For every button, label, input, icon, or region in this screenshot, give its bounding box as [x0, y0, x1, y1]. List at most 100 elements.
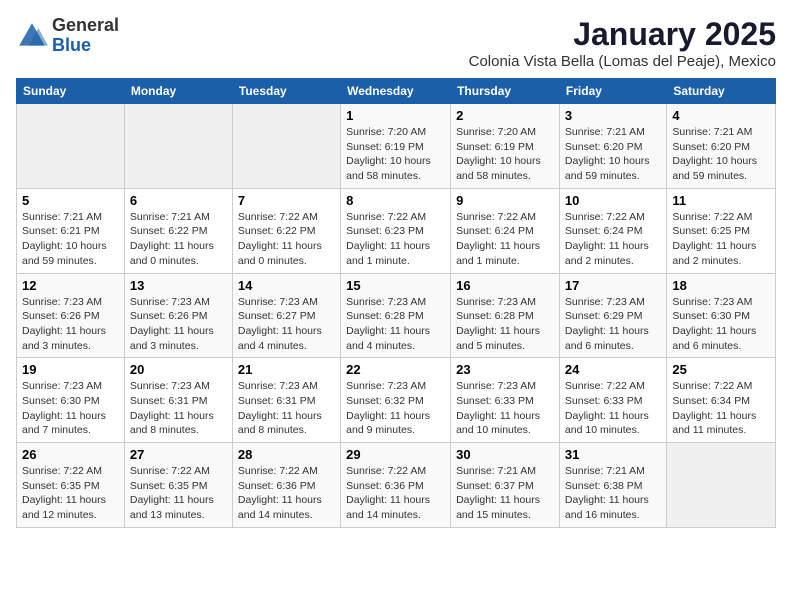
day-info: Sunrise: 7:22 AMSunset: 6:36 PMDaylight:…	[346, 464, 445, 523]
day-info: Sunrise: 7:23 AMSunset: 6:29 PMDaylight:…	[565, 295, 661, 354]
calendar-cell: 10 Sunrise: 7:22 AMSunset: 6:24 PMDayligh…	[559, 188, 666, 273]
day-number: 24	[565, 362, 661, 377]
day-number: 9	[456, 193, 554, 208]
day-info: Sunrise: 7:21 AMSunset: 6:20 PMDaylight:…	[672, 125, 770, 184]
calendar-cell: 14 Sunrise: 7:23 AMSunset: 6:27 PMDayligh…	[232, 273, 340, 358]
day-number: 19	[22, 362, 119, 377]
calendar-cell: 16 Sunrise: 7:23 AMSunset: 6:28 PMDayligh…	[451, 273, 560, 358]
day-info: Sunrise: 7:21 AMSunset: 6:22 PMDaylight:…	[130, 210, 227, 269]
logo-blue: Blue	[52, 36, 119, 56]
page-header: General Blue January 2025 Colonia Vista …	[16, 16, 776, 70]
calendar-cell	[124, 104, 232, 189]
weekday-header: Saturday	[667, 79, 776, 104]
calendar-cell: 4 Sunrise: 7:21 AMSunset: 6:20 PMDaylight…	[667, 104, 776, 189]
calendar-week-row: 26 Sunrise: 7:22 AMSunset: 6:35 PMDayligh…	[17, 443, 776, 528]
calendar-cell: 1Sunrise: 7:20 AMSunset: 6:19 PMDaylight…	[341, 104, 451, 189]
logo: General Blue	[16, 16, 119, 56]
day-number: 27	[130, 447, 227, 462]
title-block: January 2025 Colonia Vista Bella (Lomas …	[469, 16, 776, 70]
day-number: 25	[672, 362, 770, 377]
day-number: 22	[346, 362, 445, 377]
day-number: 11	[672, 193, 770, 208]
calendar-cell: 12 Sunrise: 7:23 AMSunset: 6:26 PMDayligh…	[17, 273, 125, 358]
day-info: Sunrise: 7:23 AMSunset: 6:26 PMDaylight:…	[130, 295, 227, 354]
day-info: Sunrise: 7:22 AMSunset: 6:25 PMDaylight:…	[672, 210, 770, 269]
day-number: 4	[672, 108, 770, 123]
calendar-cell: 17 Sunrise: 7:23 AMSunset: 6:29 PMDayligh…	[559, 273, 666, 358]
calendar-cell: 19 Sunrise: 7:23 AMSunset: 6:30 PMDayligh…	[17, 358, 125, 443]
day-info: Sunrise: 7:23 AMSunset: 6:31 PMDaylight:…	[130, 379, 227, 438]
day-info: Sunrise: 7:23 AMSunset: 6:28 PMDaylight:…	[346, 295, 445, 354]
day-info: Sunrise: 7:23 AMSunset: 6:26 PMDaylight:…	[22, 295, 119, 354]
day-info: Sunrise: 7:23 AMSunset: 6:28 PMDaylight:…	[456, 295, 554, 354]
weekday-header: Wednesday	[341, 79, 451, 104]
day-info: Sunrise: 7:23 AMSunset: 6:31 PMDaylight:…	[238, 379, 335, 438]
day-info: Sunrise: 7:22 AMSunset: 6:34 PMDaylight:…	[672, 379, 770, 438]
day-info: Sunrise: 7:23 AMSunset: 6:33 PMDaylight:…	[456, 379, 554, 438]
day-number: 8	[346, 193, 445, 208]
calendar-cell: 6Sunrise: 7:21 AMSunset: 6:22 PMDaylight…	[124, 188, 232, 273]
day-info: Sunrise: 7:21 AMSunset: 6:20 PMDaylight:…	[565, 125, 661, 184]
day-info: Sunrise: 7:23 AMSunset: 6:32 PMDaylight:…	[346, 379, 445, 438]
day-number: 29	[346, 447, 445, 462]
calendar-subtitle: Colonia Vista Bella (Lomas del Peaje), M…	[469, 53, 776, 70]
calendar-cell: 31Sunrise: 7:21 AMSunset: 6:38 PMDayligh…	[559, 443, 666, 528]
day-number: 16	[456, 278, 554, 293]
calendar-cell: 21 Sunrise: 7:23 AMSunset: 6:31 PMDayligh…	[232, 358, 340, 443]
calendar-cell: 23 Sunrise: 7:23 AMSunset: 6:33 PMDayligh…	[451, 358, 560, 443]
day-number: 3	[565, 108, 661, 123]
day-info: Sunrise: 7:22 AMSunset: 6:35 PMDaylight:…	[22, 464, 119, 523]
calendar-cell: 2Sunrise: 7:20 AMSunset: 6:19 PMDaylight…	[451, 104, 560, 189]
calendar-cell: 13Sunrise: 7:23 AMSunset: 6:26 PMDayligh…	[124, 273, 232, 358]
weekday-header: Friday	[559, 79, 666, 104]
day-info: Sunrise: 7:20 AMSunset: 6:19 PMDaylight:…	[346, 125, 445, 184]
calendar-cell	[17, 104, 125, 189]
day-info: Sunrise: 7:23 AMSunset: 6:30 PMDaylight:…	[22, 379, 119, 438]
day-number: 26	[22, 447, 119, 462]
calendar-cell: 28 Sunrise: 7:22 AMSunset: 6:36 PMDayligh…	[232, 443, 340, 528]
calendar-cell: 5 Sunrise: 7:21 AMSunset: 6:21 PMDaylight…	[17, 188, 125, 273]
calendar-cell: 11 Sunrise: 7:22 AMSunset: 6:25 PMDayligh…	[667, 188, 776, 273]
calendar-cell: 15 Sunrise: 7:23 AMSunset: 6:28 PMDayligh…	[341, 273, 451, 358]
day-info: Sunrise: 7:22 AMSunset: 6:24 PMDaylight:…	[565, 210, 661, 269]
weekday-header: Thursday	[451, 79, 560, 104]
day-number: 5	[22, 193, 119, 208]
calendar-cell: 26 Sunrise: 7:22 AMSunset: 6:35 PMDayligh…	[17, 443, 125, 528]
day-number: 15	[346, 278, 445, 293]
day-number: 17	[565, 278, 661, 293]
logo-icon	[16, 20, 48, 52]
calendar-cell: 30Sunrise: 7:21 AMSunset: 6:37 PMDayligh…	[451, 443, 560, 528]
day-info: Sunrise: 7:22 AMSunset: 6:36 PMDaylight:…	[238, 464, 335, 523]
day-number: 12	[22, 278, 119, 293]
weekday-header: Sunday	[17, 79, 125, 104]
day-number: 20	[130, 362, 227, 377]
day-info: Sunrise: 7:23 AMSunset: 6:30 PMDaylight:…	[672, 295, 770, 354]
weekday-header: Monday	[124, 79, 232, 104]
day-number: 30	[456, 447, 554, 462]
calendar-cell: 20 Sunrise: 7:23 AMSunset: 6:31 PMDayligh…	[124, 358, 232, 443]
calendar-cell: 9 Sunrise: 7:22 AMSunset: 6:24 PMDaylight…	[451, 188, 560, 273]
calendar-title: January 2025	[469, 16, 776, 53]
calendar-cell: 24 Sunrise: 7:22 AMSunset: 6:33 PMDayligh…	[559, 358, 666, 443]
logo-text: General Blue	[52, 16, 119, 56]
weekday-header: Tuesday	[232, 79, 340, 104]
calendar-cell: 8Sunrise: 7:22 AMSunset: 6:23 PMDaylight…	[341, 188, 451, 273]
calendar-cell: 3 Sunrise: 7:21 AMSunset: 6:20 PMDaylight…	[559, 104, 666, 189]
calendar-cell: 7 Sunrise: 7:22 AMSunset: 6:22 PMDaylight…	[232, 188, 340, 273]
day-info: Sunrise: 7:23 AMSunset: 6:27 PMDaylight:…	[238, 295, 335, 354]
day-number: 23	[456, 362, 554, 377]
day-number: 10	[565, 193, 661, 208]
day-info: Sunrise: 7:21 AMSunset: 6:21 PMDaylight:…	[22, 210, 119, 269]
calendar-header-row: SundayMondayTuesdayWednesdayThursdayFrid…	[17, 79, 776, 104]
day-info: Sunrise: 7:22 AMSunset: 6:33 PMDaylight:…	[565, 379, 661, 438]
day-number: 28	[238, 447, 335, 462]
day-info: Sunrise: 7:22 AMSunset: 6:24 PMDaylight:…	[456, 210, 554, 269]
logo-general: General	[52, 16, 119, 36]
calendar-cell: 25 Sunrise: 7:22 AMSunset: 6:34 PMDayligh…	[667, 358, 776, 443]
day-number: 21	[238, 362, 335, 377]
day-number: 14	[238, 278, 335, 293]
day-info: Sunrise: 7:22 AMSunset: 6:22 PMDaylight:…	[238, 210, 335, 269]
calendar-week-row: 12 Sunrise: 7:23 AMSunset: 6:26 PMDayligh…	[17, 273, 776, 358]
day-number: 7	[238, 193, 335, 208]
calendar-week-row: 19 Sunrise: 7:23 AMSunset: 6:30 PMDayligh…	[17, 358, 776, 443]
